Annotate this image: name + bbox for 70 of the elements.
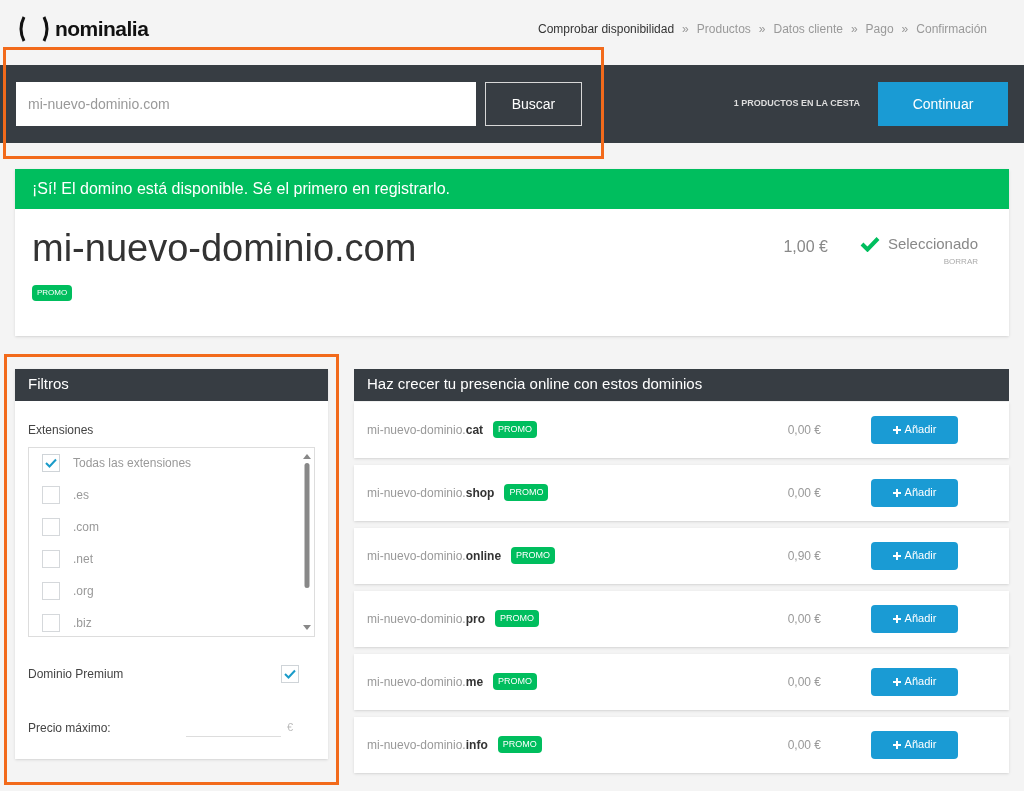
suggestion-price: 0,00 € <box>787 610 821 628</box>
suggested-domain: mi-nuevo-dominio.online <box>367 547 502 565</box>
plus-icon <box>892 488 901 497</box>
breadcrumb-step[interactable]: Datos cliente <box>773 19 843 38</box>
plus-icon <box>892 425 901 434</box>
plus-icon <box>892 551 901 560</box>
breadcrumb-separator: » <box>850 20 858 38</box>
add-button[interactable]: Añadir <box>871 541 958 570</box>
breadcrumb-separator: » <box>682 20 689 38</box>
premium-label: Dominio Premium <box>28 665 124 683</box>
continue-button[interactable]: Continuar <box>878 82 1008 126</box>
suggestions-title: Haz crecer tu presencia online con estos dominios <box>354 368 1009 401</box>
availability-banner: ¡Sí! El domino está disponible. Sé el primero en registrarlo. <box>15 169 1009 209</box>
add-button[interactable]: Añadir <box>871 478 958 507</box>
cart-count: 1 PRODUCTOS EN LA CESTA <box>733 97 860 111</box>
breadcrumb-separator: » <box>758 20 766 38</box>
logo-text: nominalia <box>55 15 149 42</box>
extension-checkbox[interactable] <box>42 485 60 504</box>
extension-label[interactable]: .org <box>73 581 94 600</box>
max-price-label: Precio máximo: <box>28 719 111 737</box>
promo-badge: PROMO <box>493 420 538 439</box>
promo-badge: PROMO <box>32 284 73 301</box>
extension-label[interactable]: Todas las extensiones <box>73 453 192 472</box>
add-button[interactable]: Añadir <box>871 604 958 633</box>
suggested-domain: mi-nuevo-dominio.me <box>367 673 484 691</box>
promo-badge: PROMO <box>495 609 540 628</box>
suggested-domain: mi-nuevo-dominio.shop <box>367 484 495 502</box>
extension-label[interactable]: .net <box>73 549 93 568</box>
domain-price: 1,00 € <box>783 237 828 257</box>
remove-link[interactable]: BORRAR <box>943 255 978 268</box>
domain-search-field[interactable]: mi-nuevo-dominio.com <box>16 82 476 126</box>
promo-badge: PROMO <box>497 735 542 754</box>
extension-checkbox[interactable] <box>42 517 60 536</box>
extension-label[interactable]: .es <box>73 485 89 504</box>
suggested-domain: mi-nuevo-dominio.cat <box>367 421 484 439</box>
extension-checkbox[interactable] <box>42 453 60 472</box>
filters-title: Filtros <box>15 368 328 401</box>
suggestion-price: 0,00 € <box>787 673 821 691</box>
parentheses-logo-icon <box>17 15 51 42</box>
premium-checkbox[interactable] <box>281 664 299 683</box>
promo-badge: PROMO <box>504 483 549 502</box>
extension-label[interactable]: .com <box>73 517 99 536</box>
suggestion-price: 0,90 € <box>787 547 821 565</box>
add-button[interactable]: Añadir <box>871 730 958 759</box>
plus-icon <box>892 677 901 686</box>
domain-name: mi-nuevo-dominio.com <box>32 226 418 271</box>
suggestion-price: 0,00 € <box>787 736 821 754</box>
breadcrumb-step[interactable]: Confirmación <box>916 19 987 38</box>
suggested-domain: mi-nuevo-dominio.info <box>367 736 488 754</box>
breadcrumb-step[interactable]: Comprobar disponibilidad <box>538 19 675 38</box>
extension-checkbox[interactable] <box>42 549 60 568</box>
add-button[interactable]: Añadir <box>871 415 958 444</box>
plus-icon <box>892 740 901 749</box>
suggestion-price: 0,00 € <box>787 421 821 439</box>
promo-badge: PROMO <box>511 546 556 565</box>
currency-unit: € <box>286 720 293 736</box>
extension-checkbox[interactable] <box>42 581 60 600</box>
promo-badge: PROMO <box>493 672 538 691</box>
extensions-label: Extensiones <box>28 421 95 439</box>
suggestion-price: 0,00 € <box>787 484 821 502</box>
extension-checkbox[interactable] <box>42 613 60 632</box>
search-button[interactable]: Buscar <box>485 82 582 126</box>
breadcrumb-step[interactable]: Pago <box>865 19 894 38</box>
plus-icon <box>892 614 901 623</box>
selected-status: Seleccionado <box>887 234 978 254</box>
breadcrumb-separator: » <box>901 20 909 38</box>
add-button[interactable]: Añadir <box>871 667 958 696</box>
suggested-domain: mi-nuevo-dominio.pro <box>367 610 486 628</box>
breadcrumb-step[interactable]: Productos <box>696 19 751 38</box>
extension-label[interactable]: .biz <box>73 613 92 632</box>
